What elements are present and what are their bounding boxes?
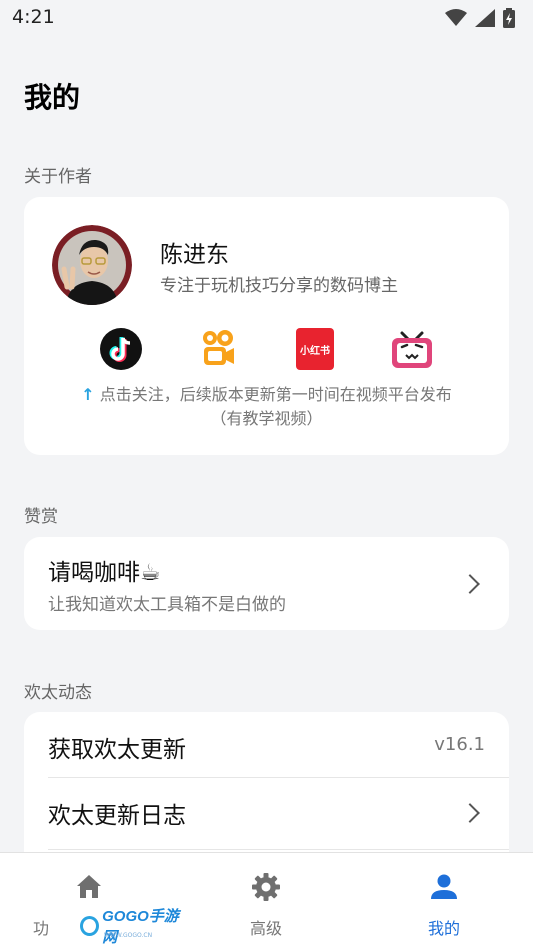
wifi-icon bbox=[445, 9, 467, 26]
author-card: 陈进东 专注于玩机技巧分享的数码博主 小红书 ↑ 点击关注，后续版本更新第一时间… bbox=[24, 197, 509, 455]
chevron-right-icon bbox=[460, 574, 480, 594]
signal-icon bbox=[475, 9, 495, 27]
version-value: v16.1 bbox=[434, 734, 485, 755]
kuaishou-icon[interactable] bbox=[194, 325, 242, 373]
xiaohongshu-icon[interactable]: 小红书 bbox=[291, 325, 339, 373]
follow-note-line2: （有教学视频） bbox=[210, 409, 323, 428]
changelog-row[interactable]: 欢太更新日志 bbox=[24, 778, 509, 848]
gear-icon bbox=[252, 873, 280, 901]
arrow-up-icon: ↑ bbox=[81, 385, 95, 404]
xiaohongshu-label: 小红书 bbox=[300, 345, 330, 357]
section-label-tip: 赞赏 bbox=[24, 507, 58, 527]
status-bar: 4:21 bbox=[0, 0, 533, 36]
author-desc: 专注于玩机技巧分享的数码博主 bbox=[160, 276, 398, 296]
platform-links: 小红书 bbox=[24, 325, 509, 373]
watermark-text: GOGO手游网 bbox=[102, 908, 179, 946]
author-name: 陈进东 bbox=[160, 242, 229, 268]
get-update-row[interactable]: 获取欢太更新 v16.1 bbox=[24, 712, 509, 777]
watermark-icon bbox=[80, 916, 100, 936]
coffee-row[interactable]: 请喝咖啡☕ 让我知道欢太工具箱不是白做的 bbox=[24, 537, 509, 630]
person-icon bbox=[431, 874, 457, 899]
section-label-dynamic: 欢太动态 bbox=[24, 683, 92, 703]
home-icon bbox=[77, 875, 101, 898]
follow-note-line1: 点击关注，后续版本更新第一时间在视频平台发布 bbox=[99, 385, 452, 404]
coffee-title: 请喝咖啡☕ bbox=[48, 560, 161, 586]
follow-note: ↑ 点击关注，后续版本更新第一时间在视频平台发布 （有教学视频） bbox=[24, 383, 509, 431]
douyin-icon[interactable] bbox=[97, 325, 145, 373]
dynamic-card: 获取欢太更新 v16.1 欢太更新日志 bbox=[24, 712, 509, 872]
bilibili-icon[interactable] bbox=[388, 325, 436, 373]
changelog-title: 欢太更新日志 bbox=[48, 803, 186, 829]
section-label-author: 关于作者 bbox=[24, 167, 92, 187]
nav-label-mine: 我的 bbox=[427, 919, 460, 938]
nav-advanced[interactable]: 高级 bbox=[177, 853, 355, 949]
avatar[interactable] bbox=[52, 225, 132, 305]
nav-mine[interactable]: 我的 bbox=[355, 853, 533, 949]
row-divider bbox=[48, 849, 509, 850]
battery-icon bbox=[503, 8, 515, 28]
nav-label-advanced: 高级 bbox=[249, 919, 282, 938]
get-update-title: 获取欢太更新 bbox=[48, 737, 186, 763]
coffee-subtitle: 让我知道欢太工具箱不是白做的 bbox=[48, 595, 286, 615]
chevron-right-icon bbox=[460, 803, 480, 823]
status-time: 4:21 bbox=[12, 6, 55, 28]
status-icons bbox=[445, 8, 515, 28]
watermark-subtext: WWW.GOGO.CN bbox=[104, 932, 153, 939]
watermark-logo: GOGO手游网 WWW.GOGO.CN bbox=[80, 908, 188, 946]
page-title: 我的 bbox=[24, 81, 81, 114]
